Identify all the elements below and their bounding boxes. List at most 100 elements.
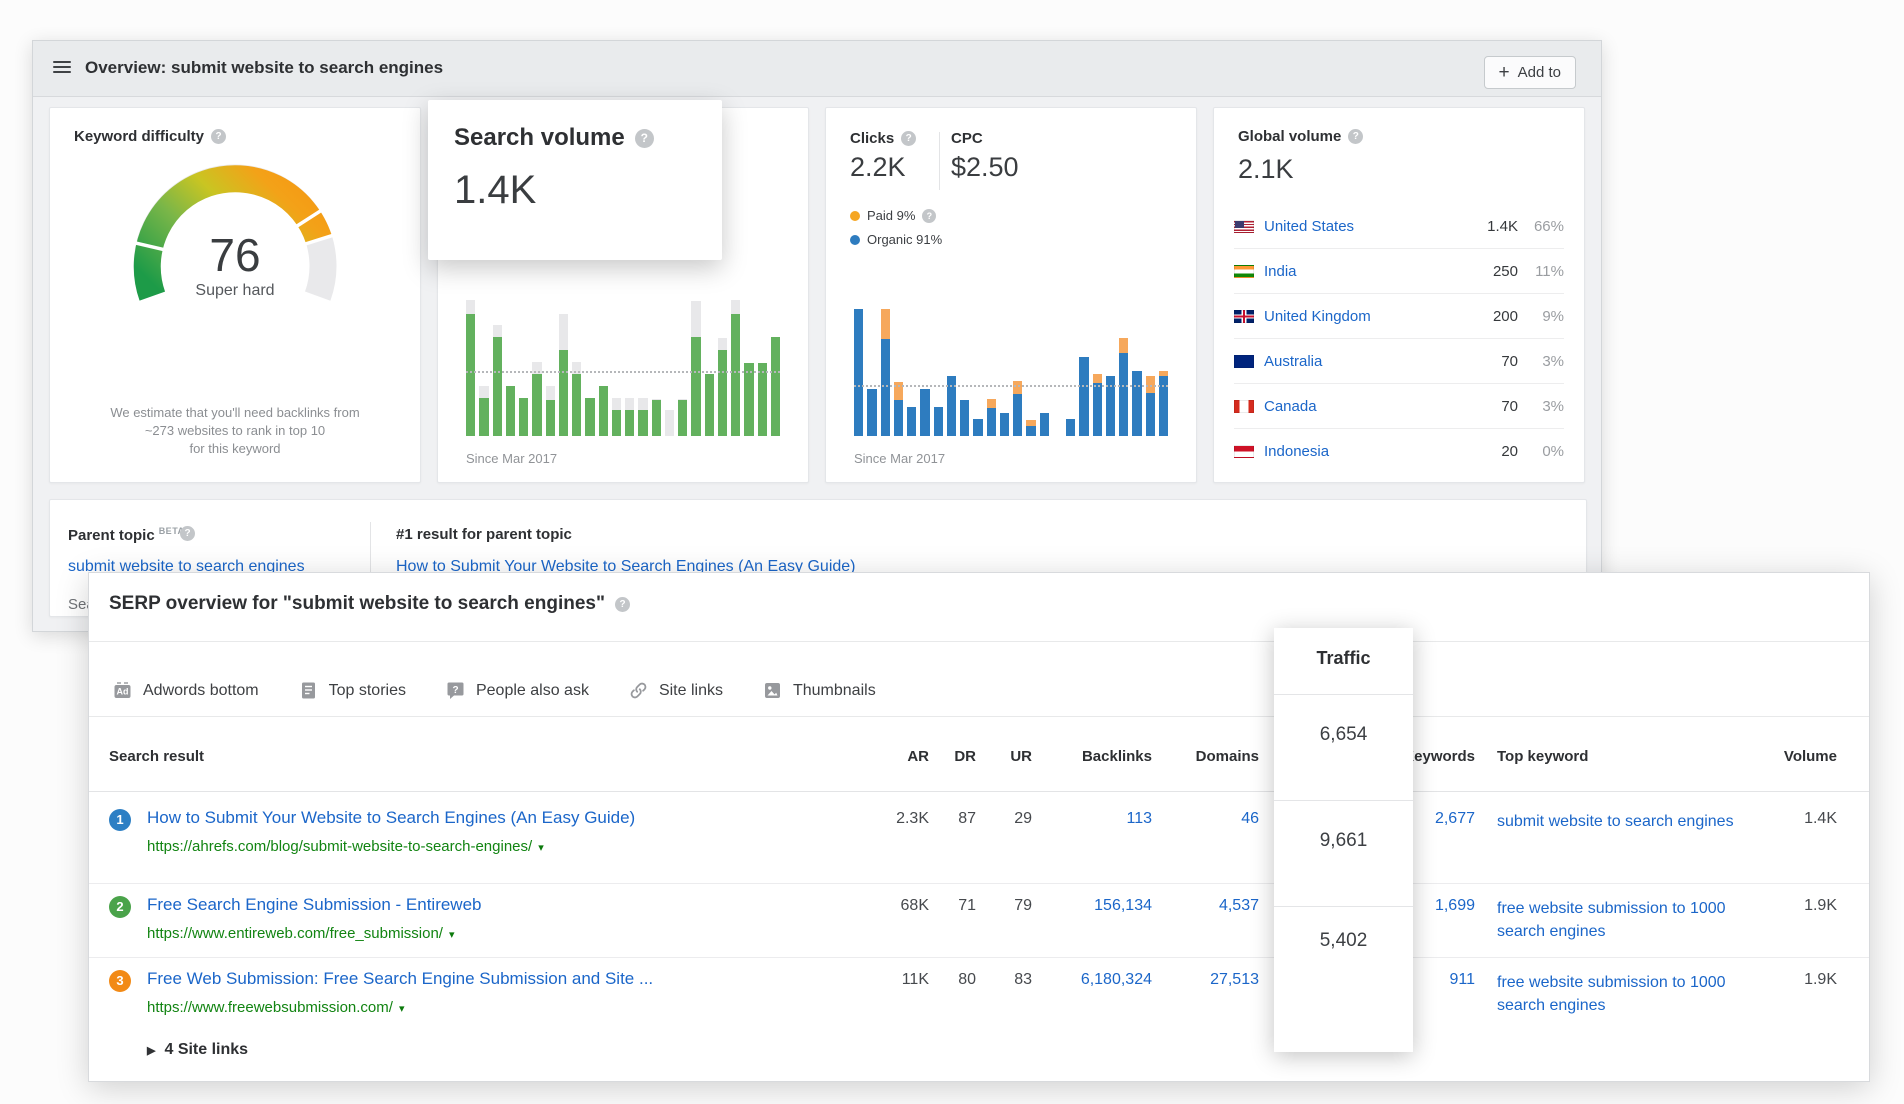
chart-bar xyxy=(758,363,767,436)
bar-segment xyxy=(758,363,767,436)
bar-segment-top xyxy=(1146,376,1155,393)
col-backlinks[interactable]: Backlinks xyxy=(1082,748,1152,765)
help-icon[interactable] xyxy=(615,597,630,612)
col-domains[interactable]: Domains xyxy=(1196,748,1259,765)
gb-flag-icon xyxy=(1234,310,1254,323)
domains-link[interactable]: 4,537 xyxy=(1219,897,1259,915)
col-keywords[interactable]: Keywords xyxy=(1403,748,1475,765)
help-icon[interactable] xyxy=(1348,129,1363,144)
bar-segment-top xyxy=(718,338,727,350)
country-link[interactable]: United States xyxy=(1264,218,1354,235)
help-icon[interactable] xyxy=(901,131,916,146)
chart-bar xyxy=(546,386,555,436)
country-link[interactable]: Indonesia xyxy=(1264,443,1329,460)
domains-link[interactable]: 46 xyxy=(1241,810,1259,828)
col-ur[interactable]: UR xyxy=(1010,748,1032,765)
col-search-result[interactable]: Search result xyxy=(109,748,204,765)
search-volume-popup: Search volume 1.4K xyxy=(428,100,722,260)
people-also-ask-icon: ? xyxy=(446,681,465,700)
site-links-icon xyxy=(629,681,648,700)
chart-bar xyxy=(572,362,581,436)
result-title-link[interactable]: Free Search Engine Submission - Entirewe… xyxy=(147,895,482,915)
country-link[interactable]: Canada xyxy=(1264,398,1317,415)
serp-feature-top-stories[interactable]: Top stories xyxy=(299,681,406,700)
menu-icon[interactable] xyxy=(53,61,71,75)
help-icon[interactable] xyxy=(635,129,654,148)
chart-bar xyxy=(625,398,634,436)
backlinks-link[interactable]: 156,134 xyxy=(1094,897,1152,915)
chart-bar xyxy=(960,400,969,436)
feature-label: Thumbnails xyxy=(793,682,876,700)
country-volume: 1.4K xyxy=(1466,218,1518,235)
svg-text:Ad: Ad xyxy=(117,687,129,697)
country-link[interactable]: India xyxy=(1264,263,1297,280)
difficulty-label: Super hard xyxy=(125,282,345,300)
keywords-link[interactable]: 1,699 xyxy=(1435,897,1475,915)
backlinks-link[interactable]: 113 xyxy=(1126,810,1152,828)
top-stories-icon xyxy=(299,681,318,700)
help-icon[interactable] xyxy=(180,526,195,541)
top-keyword-link[interactable]: free website submission to 1000 search e… xyxy=(1497,971,1757,1017)
keywords-link[interactable]: 911 xyxy=(1449,971,1475,989)
result-title-link[interactable]: How to Submit Your Website to Search Eng… xyxy=(147,808,635,828)
domains-link[interactable]: 27,513 xyxy=(1210,971,1259,989)
backlinks-link[interactable]: 6,180,324 xyxy=(1081,971,1152,989)
result-url-link[interactable]: https://www.entireweb.com/free_submissio… xyxy=(147,925,443,942)
result-title-link[interactable]: Free Web Submission: Free Search Engine … xyxy=(147,969,653,989)
chart-bar xyxy=(506,386,515,436)
url-dropdown-caret-icon[interactable]: ▾ xyxy=(538,842,544,854)
chart-bar xyxy=(532,362,541,436)
bar-segment xyxy=(867,389,876,436)
country-row: United States1.4K66% xyxy=(1234,204,1564,249)
serp-feature-people-also-ask[interactable]: ?People also ask xyxy=(446,681,589,700)
bar-segment xyxy=(973,419,982,436)
country-link[interactable]: Australia xyxy=(1264,353,1322,370)
traffic-column-popup[interactable]: Traffic 6,654 9,661 5,402 xyxy=(1274,628,1413,1052)
result-url-link[interactable]: https://ahrefs.com/blog/submit-website-t… xyxy=(147,838,532,855)
bar-segment xyxy=(934,407,943,436)
clicks-title: Clicks xyxy=(850,130,916,147)
url-dropdown-caret-icon[interactable]: ▾ xyxy=(449,929,455,941)
table-header: Search result AR DR UR Backlinks Domains… xyxy=(89,716,1869,791)
top-keyword-link[interactable]: submit website to search engines xyxy=(1497,810,1757,833)
top-keyword-link[interactable]: free website submission to 1000 search e… xyxy=(1497,897,1757,943)
bar-segment xyxy=(1106,376,1115,436)
bar-segment xyxy=(1159,376,1168,436)
chart-bar xyxy=(1093,374,1102,436)
serp-feature-adwords-bottom[interactable]: AdAdwords bottom xyxy=(113,681,259,700)
help-icon[interactable] xyxy=(211,129,226,144)
country-row: Australia703% xyxy=(1234,339,1564,384)
col-dr[interactable]: DR xyxy=(954,748,976,765)
bar-segment-top xyxy=(625,398,634,410)
rank-badge: 1 xyxy=(109,809,131,831)
bar-segment-top xyxy=(665,410,674,436)
col-volume[interactable]: Volume xyxy=(1784,748,1837,765)
country-row: United Kingdom2009% xyxy=(1234,294,1564,339)
site-links-toggle[interactable]: ▶ 4 Site links xyxy=(147,1041,248,1059)
paid-dot-icon xyxy=(850,211,860,221)
add-to-button[interactable]: + Add to xyxy=(1484,56,1576,89)
bar-segment xyxy=(705,374,714,436)
result-url-link[interactable]: https://www.freewebsubmission.com/ xyxy=(147,999,393,1016)
chart-bar xyxy=(652,399,661,436)
country-link[interactable]: United Kingdom xyxy=(1264,308,1371,325)
keywords-link[interactable]: 2,677 xyxy=(1435,810,1475,828)
chart-bar xyxy=(1013,381,1022,436)
serp-feature-thumbnails[interactable]: Thumbnails xyxy=(763,681,876,700)
help-icon[interactable] xyxy=(922,209,936,223)
chart-bar xyxy=(854,309,863,436)
keyword-difficulty-card: Keyword difficulty xyxy=(49,107,421,483)
serp-result-row: 1 How to Submit Your Website to Search En… xyxy=(89,791,1869,884)
bar-segment-top xyxy=(987,399,996,408)
country-volume: 250 xyxy=(1466,263,1518,280)
bar-segment xyxy=(572,374,581,436)
col-ar[interactable]: AR xyxy=(907,748,929,765)
country-row: India25011% xyxy=(1234,249,1564,294)
bar-segment xyxy=(744,363,753,436)
serp-feature-site-links[interactable]: Site links xyxy=(629,681,723,700)
col-top-keyword[interactable]: Top keyword xyxy=(1497,748,1588,765)
url-dropdown-caret-icon[interactable]: ▾ xyxy=(399,1003,405,1015)
bar-segment-top xyxy=(559,314,568,350)
country-volume: 70 xyxy=(1466,398,1518,415)
country-volume: 70 xyxy=(1466,353,1518,370)
